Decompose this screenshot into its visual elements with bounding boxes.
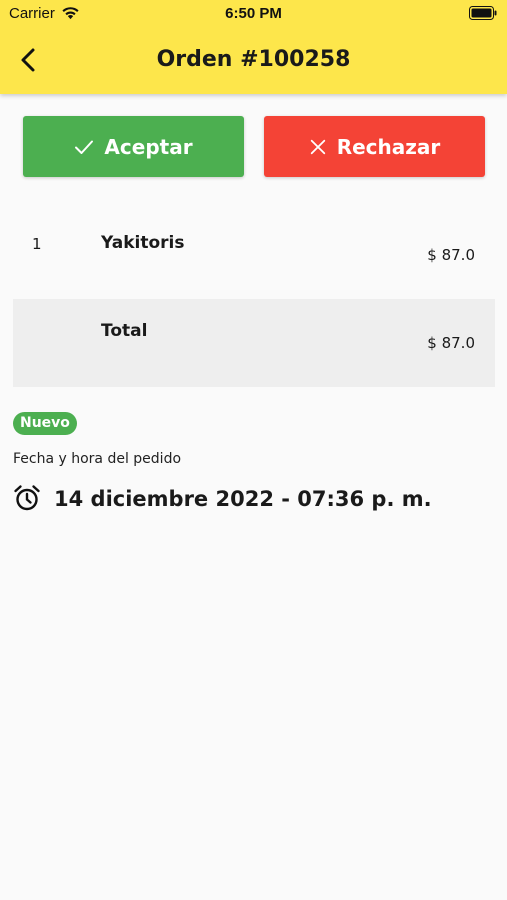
alarm-clock-icon [14, 485, 40, 511]
reject-label: Rechazar [336, 134, 441, 159]
item-price: $ 87.0 [427, 246, 475, 264]
page-title: Orden #100258 [156, 47, 351, 72]
item-name: Yakitoris [101, 233, 185, 253]
order-item-row: 1 Yakitoris $ 87.0 [13, 211, 495, 299]
accept-button[interactable]: Aceptar [23, 116, 244, 177]
status-time: 6:50 PM [225, 5, 282, 22]
status-bar: Carrier 6:50 PM [0, 0, 507, 28]
order-date-value: 14 diciembre 2022 - 07:36 p. m. [54, 487, 432, 511]
battery-icon [469, 6, 497, 20]
item-quantity: 1 [32, 235, 42, 253]
reject-button[interactable]: Rechazar [264, 116, 485, 177]
check-icon [75, 140, 94, 154]
status-badge: Nuevo [13, 412, 77, 435]
total-price: $ 87.0 [427, 334, 475, 352]
order-total-row: Total $ 87.0 [13, 299, 495, 387]
order-detail-screen: Carrier 6:50 PM Orden #100258 Aceptar Re… [0, 0, 507, 900]
total-label: Total [101, 321, 148, 341]
app-bar: Orden #100258 [0, 28, 507, 94]
header: Carrier 6:50 PM Orden #100258 [0, 0, 507, 94]
accept-label: Aceptar [104, 134, 193, 159]
close-icon [310, 139, 325, 154]
order-date-label: Fecha y hora del pedido [13, 451, 182, 467]
